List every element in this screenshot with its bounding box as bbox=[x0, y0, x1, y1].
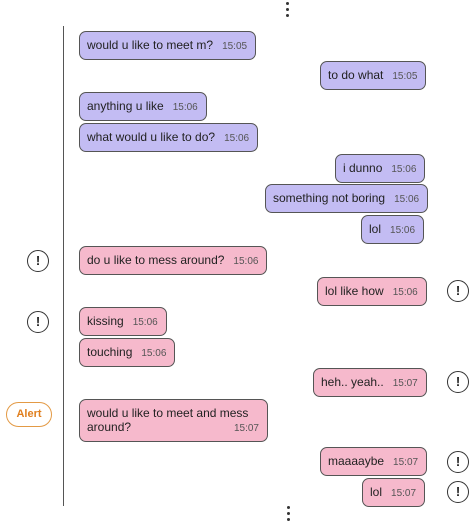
message-text: touching bbox=[87, 345, 133, 359]
message-time: 15:05 bbox=[392, 71, 418, 82]
message-text: maaaaybe bbox=[328, 454, 385, 468]
message-text: anything u like bbox=[87, 99, 164, 113]
message-text: lol like how bbox=[325, 284, 384, 298]
message-bubble: would u like to meet and mess around? 15:… bbox=[79, 399, 268, 442]
message-time: 15:07 bbox=[392, 378, 418, 389]
message-text: lol bbox=[370, 485, 383, 499]
message-bubble: something not boring 15:06 bbox=[265, 184, 429, 213]
message-time: 15:06 bbox=[172, 102, 198, 113]
timeline-divider bbox=[63, 26, 64, 506]
message-text: would u like to meet m? bbox=[87, 38, 214, 52]
message-text: would u like to meet and mess around? bbox=[87, 406, 249, 434]
message-time: 15:07 bbox=[393, 457, 419, 468]
message-text: i dunno bbox=[343, 161, 383, 175]
message-time: 15:06 bbox=[141, 348, 167, 359]
warning-icon[interactable]: ! bbox=[447, 280, 469, 302]
warning-icon[interactable]: ! bbox=[447, 371, 469, 393]
message-bubble: i dunno 15:06 bbox=[335, 154, 426, 183]
message-text: to do what bbox=[328, 68, 384, 82]
warning-icon[interactable]: ! bbox=[27, 311, 49, 333]
message-time: 15:07 bbox=[233, 423, 259, 434]
message-text: kissing bbox=[87, 314, 124, 328]
message-bubble: to do what 15:05 bbox=[320, 61, 427, 90]
message-time: 15:06 bbox=[394, 194, 420, 205]
message-text: heh.. yeah.. bbox=[321, 375, 384, 389]
message-text: something not boring bbox=[273, 191, 386, 205]
message-text: do u like to mess around? bbox=[87, 253, 225, 267]
message-bubble: lol 15:06 bbox=[361, 215, 425, 244]
message-time: 15:06 bbox=[390, 225, 416, 236]
warning-icon[interactable]: ! bbox=[447, 481, 469, 503]
message-bubble: anything u like 15:06 bbox=[79, 92, 207, 121]
message-bubble: kissing 15:06 bbox=[79, 307, 167, 336]
message-time: 15:06 bbox=[391, 164, 417, 175]
message-bubble: maaaaybe 15:07 bbox=[320, 447, 428, 476]
warning-icon[interactable]: ! bbox=[447, 451, 469, 473]
message-bubble: do u like to mess around? 15:06 bbox=[79, 246, 268, 275]
message-bubble: lol like how 15:06 bbox=[317, 277, 427, 306]
message-bubble: heh.. yeah.. 15:07 bbox=[313, 368, 427, 397]
message-bubble: would u like to meet m? 15:05 bbox=[79, 31, 257, 60]
message-time: 15:06 bbox=[224, 133, 250, 144]
alert-badge[interactable]: Alert bbox=[6, 402, 52, 427]
message-time: 15:06 bbox=[392, 287, 418, 298]
warning-icon[interactable]: ! bbox=[27, 250, 49, 272]
message-bubble: what would u like to do? 15:06 bbox=[79, 123, 259, 152]
more-below-icon[interactable] bbox=[287, 506, 291, 524]
message-time: 15:06 bbox=[233, 256, 259, 267]
message-bubble: touching 15:06 bbox=[79, 338, 176, 367]
message-time: 15:07 bbox=[391, 488, 417, 499]
message-time: 15:05 bbox=[222, 41, 248, 52]
message-time: 15:06 bbox=[132, 317, 158, 328]
message-bubble: lol 15:07 bbox=[362, 478, 426, 507]
message-text: lol bbox=[369, 222, 382, 236]
message-text: what would u like to do? bbox=[87, 130, 216, 144]
more-above-icon[interactable] bbox=[286, 2, 290, 20]
